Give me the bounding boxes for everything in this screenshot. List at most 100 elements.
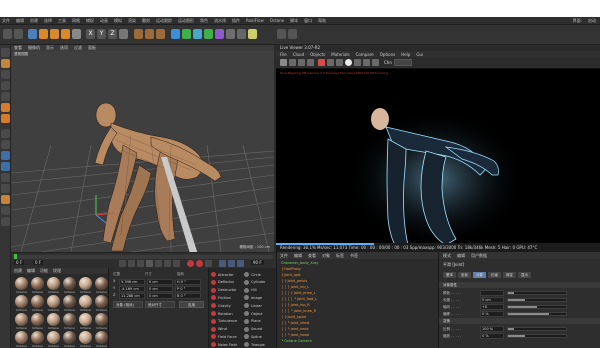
end-frame-field[interactable]: 90 F [251,260,264,265]
rotate-tool-icon[interactable] [61,29,70,39]
rotation-key-icon[interactable] [237,260,244,267]
material-swatch[interactable] [47,331,60,344]
make-editable-icon[interactable] [1,48,10,57]
menu-item[interactable]: Octane [270,18,284,23]
rotation-p-field[interactable]: P 0 ° [175,286,201,292]
scale-tool-icon[interactable] [50,29,59,39]
live-viewer-menu-item[interactable]: Objects [310,52,325,57]
menu-item[interactable]: 帮助 [318,18,326,24]
attribute-menu-item[interactable]: 用户数据 [471,253,487,259]
material-swatch[interactable] [47,313,60,326]
polygons-mode-icon[interactable] [1,114,10,123]
material-swatch[interactable] [63,277,76,290]
render-picture-viewer-icon[interactable] [145,29,154,39]
menu-item[interactable]: 创建 [30,18,38,24]
attribute-tab[interactable]: 对象 [473,272,486,278]
object-manager-menu-item[interactable]: 查看 [308,253,316,259]
menu-item[interactable]: 工具 [58,18,66,24]
soft-selection-icon[interactable] [1,151,10,160]
attribute-value-field[interactable]: 0 % [480,311,504,317]
position-x-field[interactable]: 5.396 cm [119,279,145,285]
position-y-field[interactable]: -4.169 cm [119,286,145,292]
live-viewer-menu-item[interactable]: File [280,52,287,57]
model-mode-icon[interactable] [1,59,10,68]
stop-render-icon[interactable] [307,59,314,66]
workplane-icon[interactable] [1,81,10,90]
go-to-end-icon[interactable] [173,260,180,267]
menu-item[interactable]: 模拟 [114,18,122,24]
material-swatch[interactable] [79,331,92,344]
menu-item[interactable]: 编辑 [16,18,24,24]
material-swatch[interactable] [95,277,108,290]
start-frame-field[interactable]: 0 F [14,260,25,265]
spline-pen-icon[interactable] [182,29,191,39]
lock-resolution-icon[interactable] [327,59,334,66]
material-swatch[interactable] [79,277,92,290]
scale-key-icon[interactable] [228,260,235,267]
floor-icon[interactable] [226,29,235,39]
z-axis-lock-icon[interactable]: Z [108,29,117,39]
attribute-value-field[interactable]: 0 cm [480,297,504,303]
object-manager-menu-item[interactable]: 对象 [322,253,330,259]
menu-item[interactable]: 捕捉 [86,18,94,24]
deformer-icon[interactable] [215,29,224,39]
next-key-icon[interactable] [164,260,171,267]
material-swatch[interactable] [31,313,44,326]
material-swatch[interactable] [15,313,28,326]
edges-mode-icon[interactable] [1,103,10,112]
object-manager-menu-item[interactable]: 标签 [336,253,344,259]
menu-item[interactable]: 窗口 [304,18,312,24]
attribute-menu-item[interactable]: 编辑 [457,253,465,259]
next-frame-icon[interactable] [155,260,162,267]
perspective-viewport[interactable]: 查看 摄像机 显示 选项 过滤 面板 透视视图 栅格间距: 100 cm [11,45,274,252]
position-key-icon[interactable] [219,260,226,267]
rotation-h-field[interactable]: H 0 ° [175,279,201,285]
material-swatch[interactable] [15,295,28,308]
menu-item[interactable]: 流水线 [214,18,226,24]
menu-item[interactable]: 脚本 [290,18,298,24]
material-swatch[interactable] [63,313,76,326]
menu-item[interactable]: 角色 [200,18,208,24]
points-mode-icon[interactable] [1,92,10,101]
object-manager-menu-item[interactable]: 文件 [280,253,288,259]
texture-mode-icon[interactable] [1,70,10,79]
z-axis-gizmo[interactable] [95,214,107,224]
material-swatch[interactable] [31,277,44,290]
snapping-icon[interactable] [1,162,10,171]
record-icon[interactable] [187,260,194,267]
camera-icon[interactable] [237,29,246,39]
live-viewer-menu-item[interactable]: Materials [331,52,349,57]
autokey-icon[interactable] [196,260,203,267]
light-icon[interactable] [248,29,257,39]
material-menu-item[interactable]: 创建 [14,268,22,274]
object-manager-menu-item[interactable]: 编辑 [294,253,302,259]
material-menu-item[interactable]: 功能 [40,268,48,274]
material-swatch[interactable] [31,331,44,344]
tree-row[interactable]: └ Octane Camera [277,339,438,345]
rotation-b-field[interactable]: B 0 ° [175,293,201,299]
object-manager-menu-item[interactable]: 书签 [350,253,358,259]
menu-item[interactable]: 渲染 [128,18,136,24]
size-mode-select[interactable]: 绝对尺寸 [145,301,175,308]
attribute-menu-item[interactable]: 模式 [443,253,451,259]
menu-item[interactable]: RealFlow [246,18,264,23]
current-frame-field[interactable]: 0 F [33,260,44,265]
y-axis-lock-icon[interactable]: Y [97,29,106,39]
viewport-solo-icon[interactable] [1,206,10,215]
transform-section[interactable]: 变换 [439,318,600,324]
region-render-icon[interactable] [336,59,343,66]
attribute-tab[interactable]: 绑定 [503,272,516,278]
menu-item[interactable]: 动画 [100,18,108,24]
object-properties-section[interactable]: 对象属性 [439,282,600,288]
attribute-slider[interactable] [507,327,567,331]
menu-item[interactable]: 文件 [2,18,10,24]
render-output[interactable] [276,69,600,244]
x-axis-lock-icon[interactable]: X [86,29,95,39]
material-swatch[interactable] [79,295,92,308]
live-viewer-menu-item[interactable]: Gui [416,52,423,57]
restart-render-icon[interactable] [289,59,296,66]
attribute-value-field[interactable]: 0 % [480,333,504,339]
menu-item[interactable]: 插件 [232,18,240,24]
menu-item[interactable]: 选择 [44,18,52,24]
layout-item[interactable]: 界面: [573,18,582,24]
